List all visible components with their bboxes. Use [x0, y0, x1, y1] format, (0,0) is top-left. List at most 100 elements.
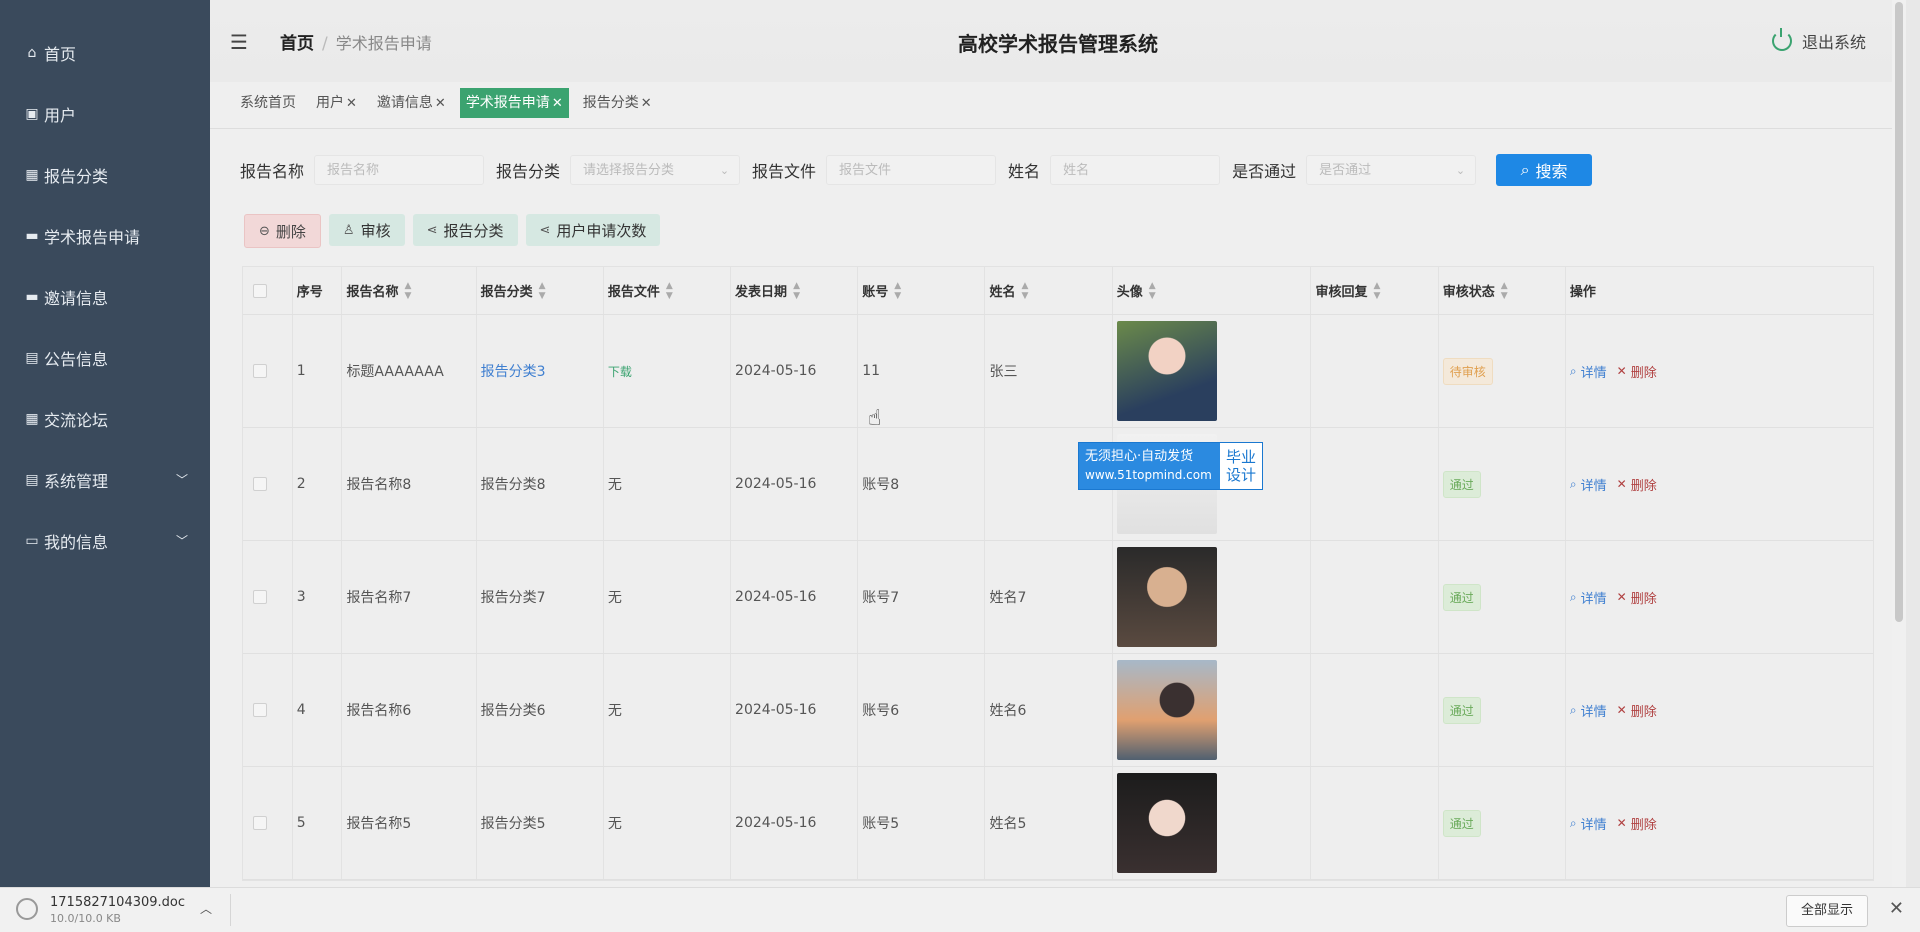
delete-link[interactable]: 删除 — [1631, 588, 1657, 607]
sort-icon[interactable]: ▲ ▼ — [539, 281, 546, 301]
sort-icon[interactable]: ▲ ▼ — [1501, 281, 1508, 301]
avatar[interactable] — [1116, 773, 1217, 873]
scrollbar-thumb[interactable] — [1895, 2, 1903, 622]
cell-reply — [1311, 428, 1439, 540]
table-row[interactable]: 1 标题AAAAAAA 报告分类3 下载 2024-05-16 11 张三 待审核 ⌕ 详情 ✕ 删除 — [243, 315, 1873, 428]
download-filename[interactable]: 1715827104309.doc — [50, 895, 185, 910]
sidebar-item-6[interactable]: ▦ 交流论坛 — [0, 388, 210, 449]
tab-0[interactable]: 系统首页 — [234, 88, 302, 118]
user-icon: ♙ — [342, 222, 355, 238]
table-row[interactable]: 3 报告名称7 报告分类7 无 2024-05-16 账号7 姓名7 通过 ⌕ 详情 ✕ 删除 — [243, 541, 1873, 654]
close-icon[interactable]: ✕ — [1889, 898, 1904, 919]
sort-icon[interactable]: ▲ ▼ — [1149, 281, 1156, 301]
avatar[interactable] — [1116, 547, 1217, 647]
cell-category: 报告分类5 — [477, 767, 604, 879]
sidebar-item-0[interactable]: ⌂ 首页 — [0, 22, 210, 83]
column-header[interactable]: 审核回复 ▲ ▼ — [1311, 267, 1439, 314]
column-header[interactable]: 序号 — [293, 267, 343, 314]
cell-ops: ⌕ 详情 ✕ 删除 — [1566, 315, 1873, 427]
delete-link[interactable]: 删除 — [1631, 814, 1657, 833]
column-header[interactable]: 姓名 ▲ ▼ — [985, 267, 1113, 314]
table-row[interactable]: 5 报告名称5 报告分类5 无 2024-05-16 账号5 姓名5 通过 ⌕ 详情 ✕ 删除 — [243, 767, 1873, 880]
select-all-checkbox[interactable] — [253, 283, 267, 298]
report-category: 报告分类8 — [480, 477, 546, 493]
row-checkbox[interactable] — [253, 477, 267, 491]
watermark-banner[interactable]: 无须担心·自动发货 www.51topmind.com 毕业 设计 — [1078, 442, 1263, 490]
tab-4[interactable]: 报告分类 ✕ — [577, 88, 658, 118]
column-header[interactable]: 报告文件 ▲ ▼ — [604, 267, 732, 314]
review-button[interactable]: ♙ 审核 — [328, 214, 405, 246]
sidebar-item-4[interactable]: ▬ 邀请信息 — [0, 266, 210, 327]
account: 账号7 — [862, 590, 900, 606]
sort-icon[interactable]: ▲ ▼ — [1022, 281, 1029, 301]
detail-link[interactable]: 详情 — [1581, 475, 1607, 494]
watermark-line2: www.51topmind.com — [1085, 468, 1212, 482]
sidebar-item-label: 公告信息 — [44, 349, 109, 369]
apply-count-button[interactable]: ⋖ 用户申请次数 — [525, 214, 661, 246]
report-file-input[interactable]: 报告文件 — [826, 155, 997, 185]
tab-2[interactable]: 邀请信息 ✕ — [371, 88, 452, 118]
column-header[interactable]: 操作 — [1566, 267, 1873, 314]
person-name-input[interactable]: 姓名 — [1050, 155, 1221, 185]
close-icon[interactable]: ✕ — [641, 96, 652, 111]
cell-file: 无 — [604, 428, 732, 540]
report-file[interactable]: 下载 — [608, 363, 632, 380]
row-checkbox[interactable] — [253, 703, 267, 717]
row-checkbox[interactable] — [253, 364, 267, 378]
column-header[interactable]: 审核状态 ▲ ▼ — [1439, 267, 1566, 314]
tab-3[interactable]: 学术报告申请 ✕ — [459, 88, 569, 118]
delete-link[interactable]: 删除 — [1631, 701, 1657, 720]
column-header[interactable]: 发表日期 ▲ ▼ — [731, 267, 859, 314]
report-category: 报告分类6 — [480, 703, 546, 719]
sort-icon[interactable]: ▲ ▼ — [894, 281, 901, 301]
delete-button[interactable]: ⊖ 删除 — [244, 214, 321, 248]
avatar[interactable] — [1116, 321, 1217, 421]
column-header[interactable]: 账号 ▲ ▼ — [858, 267, 986, 314]
row-checkbox[interactable] — [253, 590, 267, 604]
close-icon[interactable]: ✕ — [346, 96, 357, 111]
table-row[interactable]: 4 报告名称6 报告分类6 无 2024-05-16 账号6 姓名6 通过 ⌕ 详情 ✕ 删除 — [243, 654, 1873, 767]
column-header[interactable]: 头像 ▲ ▼ — [1113, 267, 1312, 314]
sidebar-item-7[interactable]: ▤ 系统管理 ﹀ — [0, 449, 210, 510]
sidebar-item-label: 学术报告申请 — [44, 227, 141, 247]
detail-link[interactable]: 详情 — [1581, 588, 1607, 607]
detail-link[interactable]: 详情 — [1581, 362, 1607, 381]
close-icon[interactable]: ✕ — [552, 96, 563, 111]
delete-link[interactable]: 删除 — [1631, 362, 1657, 381]
tab-1[interactable]: 用户 ✕ — [310, 88, 363, 118]
table-row[interactable]: 2 报告名称8 报告分类8 无 2024-05-16 账号8 通过 ⌕ 详情 ✕ 删除 — [243, 428, 1873, 541]
report-category-select[interactable]: 请选择报告分类 ⌄ — [570, 155, 741, 185]
close-icon[interactable]: ✕ — [435, 96, 446, 111]
detail-link[interactable]: 详情 — [1581, 814, 1607, 833]
cell-no: 1 — [293, 315, 343, 427]
show-all-button[interactable]: 全部显示 — [1786, 895, 1868, 927]
sidebar-item-1[interactable]: ▣ 用户 — [0, 83, 210, 144]
delete-link[interactable]: 删除 — [1631, 475, 1657, 494]
vertical-scrollbar[interactable] — [1892, 0, 1906, 888]
cell-no: 2 — [293, 428, 343, 540]
sidebar-item-2[interactable]: ▦ 报告分类 — [0, 144, 210, 205]
column-header[interactable]: 报告分类 ▲ ▼ — [477, 267, 604, 314]
person-name: 姓名5 — [989, 816, 1027, 832]
category-report-button[interactable]: ⋖ 报告分类 — [412, 214, 518, 246]
sort-icon[interactable]: ▲ ▼ — [793, 281, 800, 301]
sort-icon[interactable]: ▲ ▼ — [1373, 281, 1380, 301]
sort-icon[interactable]: ▲ ▼ — [404, 281, 411, 301]
sidebar-item-8[interactable]: ▭ 我的信息 ﹀ — [0, 510, 210, 571]
sidebar-item-5[interactable]: ▤ 公告信息 — [0, 327, 210, 388]
chevron-up-icon[interactable]: ︿ — [200, 900, 212, 917]
cell-date: 2024-05-16 — [731, 654, 859, 766]
row-checkbox[interactable] — [253, 816, 267, 830]
detail-link[interactable]: 详情 — [1581, 701, 1607, 720]
search-button[interactable]: ⌕ 搜索 — [1496, 154, 1593, 186]
avatar[interactable] — [1116, 660, 1217, 760]
sidebar-item-3[interactable]: ▬ 学术报告申请 — [0, 205, 210, 266]
logout-button[interactable]: 退出系统 — [1771, 28, 1866, 53]
header-checkbox-cell — [243, 267, 293, 314]
card-icon: ▭ — [25, 532, 39, 549]
column-header[interactable]: 报告名称 ▲ ▼ — [342, 267, 477, 314]
sort-icon[interactable]: ▲ ▼ — [666, 281, 673, 301]
column-header-label: 头像 — [1116, 285, 1143, 300]
report-name-input[interactable]: 报告名称 — [314, 155, 485, 185]
pass-status-select[interactable]: 是否通过 ⌄ — [1306, 155, 1477, 185]
